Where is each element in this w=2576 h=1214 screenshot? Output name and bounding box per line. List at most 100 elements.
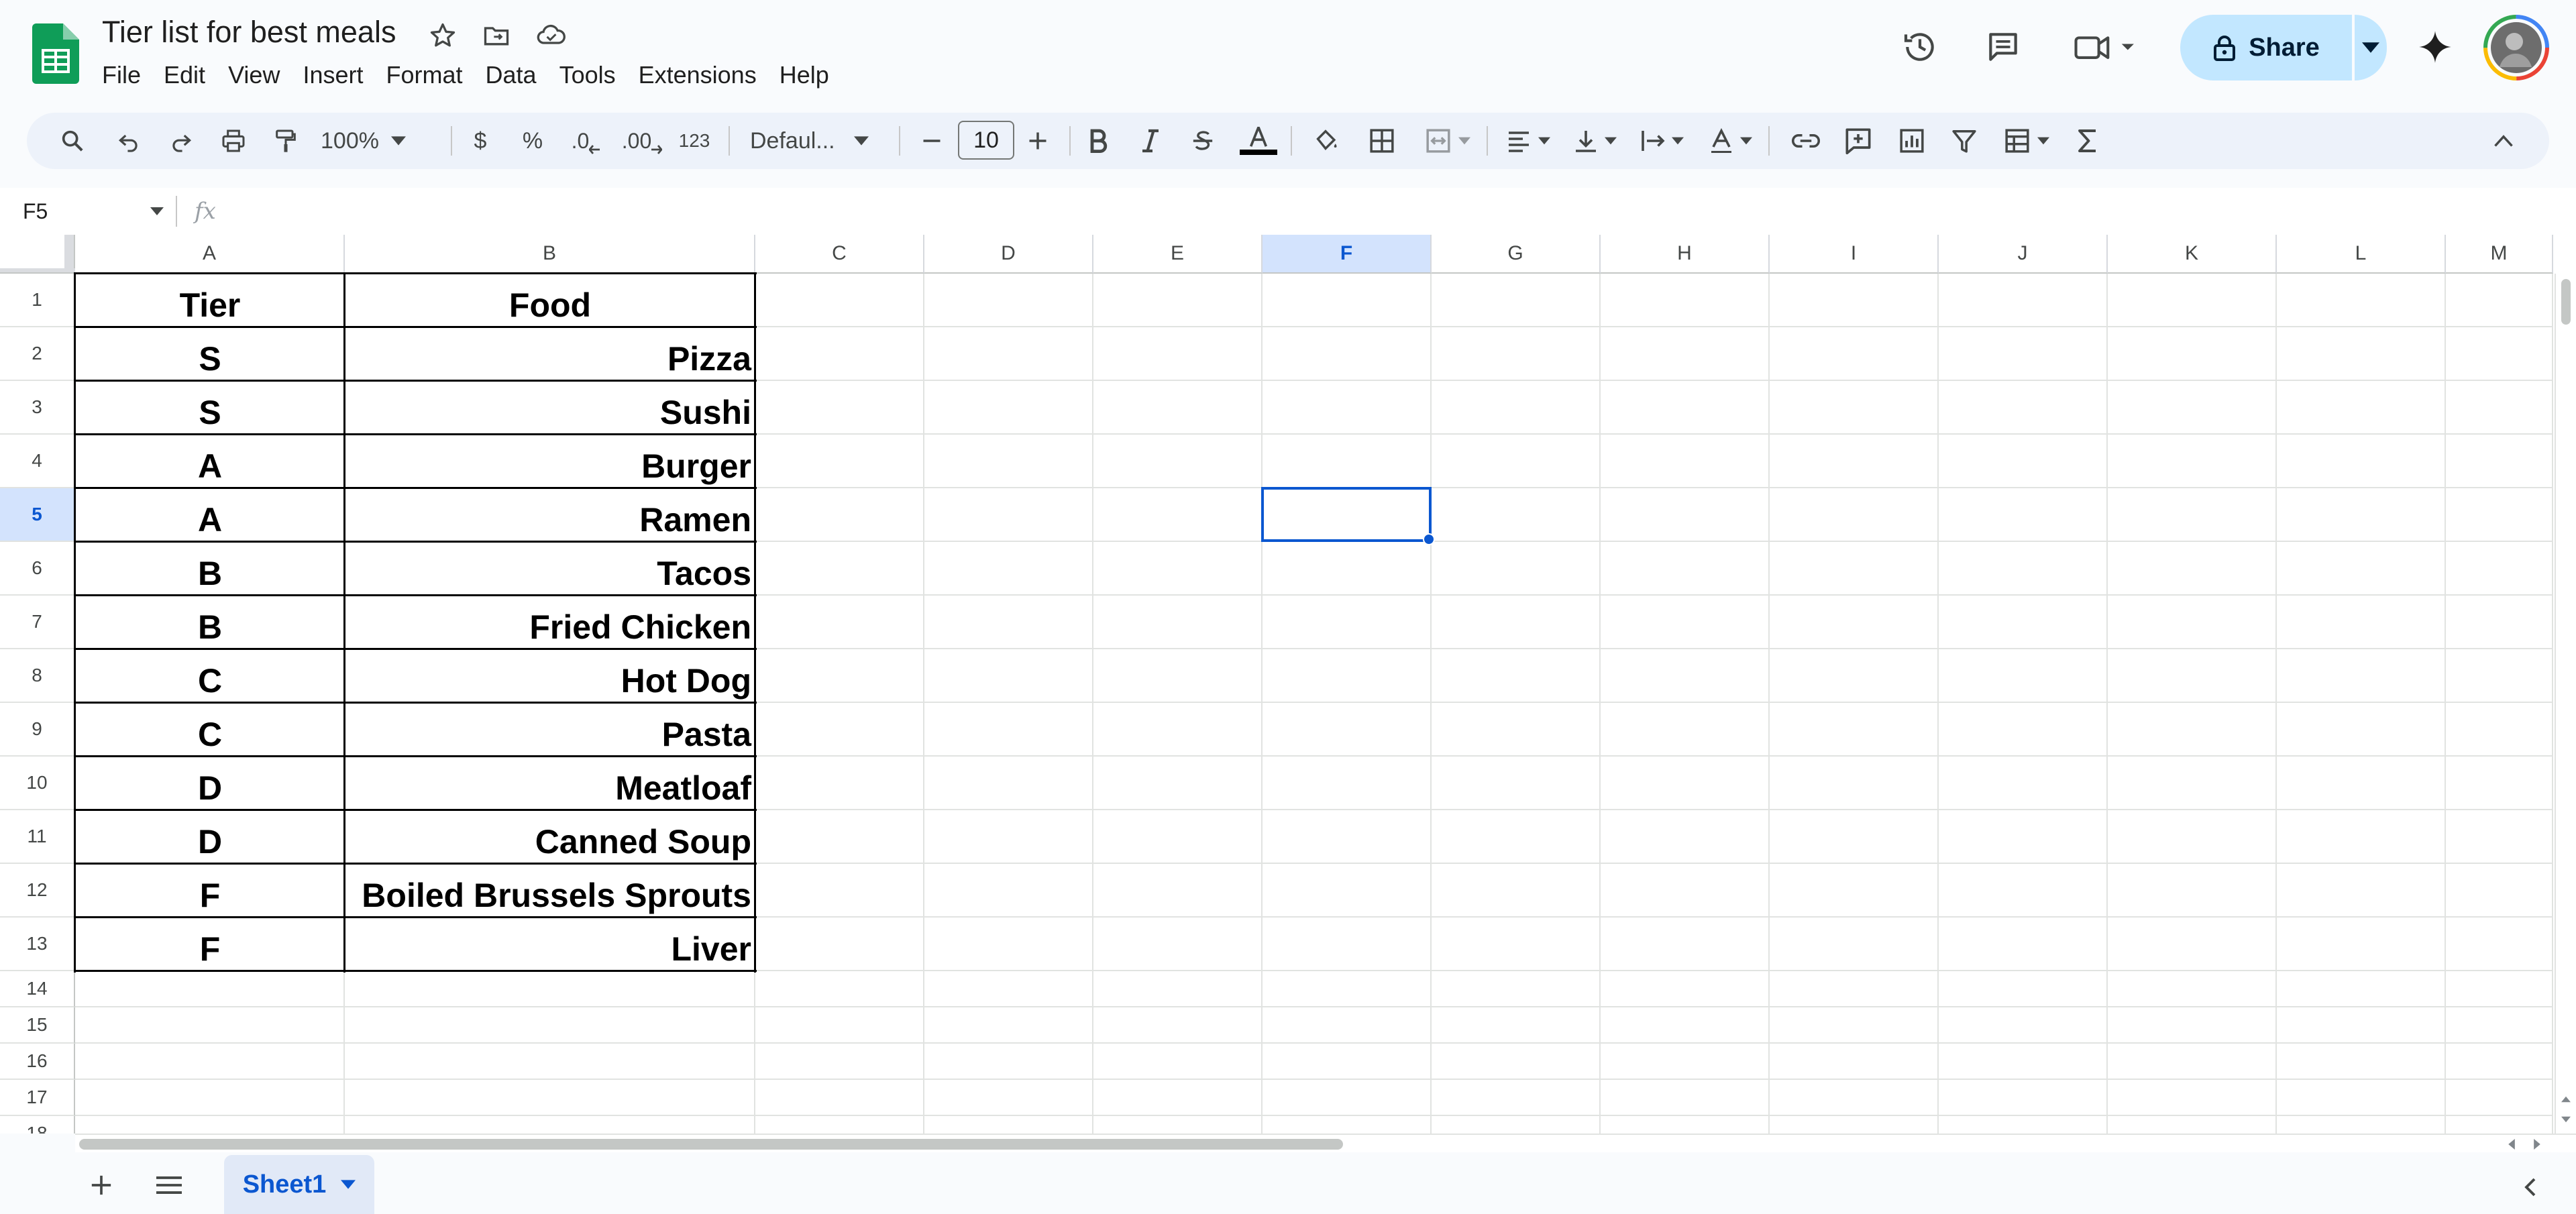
column-header-b[interactable]: B xyxy=(345,235,755,274)
cell-a10[interactable]: D xyxy=(75,757,345,810)
cell-a9[interactable]: C xyxy=(75,703,345,757)
row-header-6[interactable]: 6 xyxy=(0,542,75,596)
strikethrough-button[interactable] xyxy=(1186,113,1220,169)
row-header-2[interactable]: 2 xyxy=(0,327,75,381)
row-header-9[interactable]: 9 xyxy=(0,703,75,757)
cell-b6[interactable]: Tacos xyxy=(345,542,755,596)
row-header-7[interactable]: 7 xyxy=(0,596,75,649)
cell-a3[interactable]: S xyxy=(75,381,345,435)
sheets-logo-icon[interactable] xyxy=(32,23,79,84)
row-header-10[interactable]: 10 xyxy=(0,757,75,810)
text-rotation-button[interactable] xyxy=(1703,113,1759,169)
menu-help[interactable]: Help xyxy=(780,58,840,92)
add-sheet-icon[interactable] xyxy=(85,1168,118,1202)
fill-color-button[interactable] xyxy=(1307,113,1344,169)
row-header-18[interactable]: 18 xyxy=(0,1116,75,1134)
vertical-scrollbar[interactable] xyxy=(2555,274,2576,1134)
comments-icon[interactable] xyxy=(1984,28,2022,66)
column-header-a[interactable]: A xyxy=(75,235,345,274)
insert-chart-icon[interactable] xyxy=(1893,113,1931,169)
cell-b7[interactable]: Fried Chicken xyxy=(345,596,755,649)
text-wrapping-button[interactable] xyxy=(1634,113,1690,169)
column-header-k[interactable]: K xyxy=(2108,235,2277,274)
zoom-select[interactable]: 100% xyxy=(321,113,433,169)
cell-b4[interactable]: Burger xyxy=(345,435,755,488)
bold-button[interactable] xyxy=(1081,113,1115,169)
sheet-tab-sheet1[interactable]: Sheet1 xyxy=(224,1155,374,1214)
column-header-c[interactable]: C xyxy=(755,235,924,274)
horizontal-scrollbar[interactable] xyxy=(75,1134,2576,1154)
scroll-right-arrow-icon[interactable] xyxy=(2533,1139,2541,1150)
borders-button[interactable] xyxy=(1363,113,1401,169)
text-color-button[interactable] xyxy=(1238,113,1279,169)
column-header-l[interactable]: L xyxy=(2277,235,2446,274)
insert-link-icon[interactable] xyxy=(1787,113,1825,169)
column-header-g[interactable]: G xyxy=(1432,235,1601,274)
search-menus-icon[interactable] xyxy=(54,113,91,169)
gemini-sparkle-icon[interactable] xyxy=(2416,28,2454,66)
undo-icon[interactable] xyxy=(110,113,148,169)
freeze-handle-horizontal[interactable] xyxy=(0,268,75,272)
merge-cells-button[interactable] xyxy=(1418,113,1477,169)
collapse-menus-icon[interactable] xyxy=(2485,113,2522,169)
scroll-left-arrow-icon[interactable] xyxy=(2508,1139,2516,1150)
column-header-f[interactable]: F xyxy=(1263,235,1432,274)
format-percent-button[interactable]: % xyxy=(515,113,550,169)
horizontal-scroll-thumb[interactable] xyxy=(79,1139,1343,1150)
column-header-m[interactable]: M xyxy=(2446,235,2553,274)
star-icon[interactable] xyxy=(424,17,462,54)
row-header-4[interactable]: 4 xyxy=(0,435,75,488)
column-header-h[interactable]: H xyxy=(1601,235,1770,274)
paint-format-icon[interactable] xyxy=(267,113,305,169)
fill-handle[interactable] xyxy=(1423,533,1435,545)
font-size-increase-button[interactable] xyxy=(1021,113,1055,169)
menu-file[interactable]: File xyxy=(102,58,152,92)
insert-comment-icon[interactable] xyxy=(1839,113,1877,169)
menu-tools[interactable]: Tools xyxy=(559,58,627,92)
scroll-down-arrow-icon[interactable] xyxy=(2561,1116,2571,1123)
font-size-decrease-button[interactable] xyxy=(915,113,949,169)
column-header-d[interactable]: D xyxy=(924,235,1093,274)
redo-icon[interactable] xyxy=(162,113,200,169)
filter-views-button[interactable] xyxy=(1996,113,2057,169)
all-sheets-menu-icon[interactable] xyxy=(152,1168,186,1202)
row-header-16[interactable]: 16 xyxy=(0,1044,75,1080)
more-formats-button[interactable]: 123 xyxy=(674,113,715,169)
name-box[interactable]: F5 xyxy=(23,195,164,228)
cell-a1[interactable]: Tier xyxy=(75,274,345,327)
row-header-15[interactable]: 15 xyxy=(0,1007,75,1044)
row-header-3[interactable]: 3 xyxy=(0,381,75,435)
cell-a13[interactable]: F xyxy=(75,918,345,971)
menu-insert[interactable]: Insert xyxy=(303,58,374,92)
print-icon[interactable] xyxy=(215,113,252,169)
vertical-scroll-thumb[interactable] xyxy=(2561,279,2571,325)
freeze-handle-vertical[interactable] xyxy=(64,235,74,272)
cell-b5[interactable]: Ramen xyxy=(345,488,755,542)
menu-extensions[interactable]: Extensions xyxy=(639,58,767,92)
column-header-i[interactable]: I xyxy=(1770,235,1939,274)
cell-a5[interactable]: A xyxy=(75,488,345,542)
spreadsheet-grid[interactable]: ABCDEFGHIJKLM 12345678910111213141516171… xyxy=(0,235,2576,1134)
menu-format[interactable]: Format xyxy=(386,58,474,92)
font-family-select[interactable]: Defaul... xyxy=(750,113,884,169)
cell-b10[interactable]: Meatloaf xyxy=(345,757,755,810)
menu-view[interactable]: View xyxy=(228,58,290,92)
cell-a2[interactable]: S xyxy=(75,327,345,381)
row-header-12[interactable]: 12 xyxy=(0,864,75,918)
vertical-align-button[interactable] xyxy=(1567,113,1623,169)
row-header-11[interactable]: 11 xyxy=(0,810,75,864)
horizontal-align-button[interactable] xyxy=(1500,113,1556,169)
cell-b11[interactable]: Canned Soup xyxy=(345,810,755,864)
font-size-input[interactable]: 10 xyxy=(958,121,1014,160)
row-header-5[interactable]: 5 xyxy=(0,488,75,542)
scroll-up-arrow-icon[interactable] xyxy=(2561,1096,2571,1103)
cell-a4[interactable]: A xyxy=(75,435,345,488)
cell-b13[interactable]: Liver xyxy=(345,918,755,971)
row-header-8[interactable]: 8 xyxy=(0,649,75,703)
format-currency-button[interactable]: $ xyxy=(463,113,498,169)
increase-decimal-button[interactable]: .00 xyxy=(619,113,665,169)
row-header-13[interactable]: 13 xyxy=(0,918,75,971)
functions-sigma-icon[interactable] xyxy=(2069,113,2106,169)
version-history-icon[interactable] xyxy=(1901,28,1939,66)
avatar[interactable] xyxy=(2483,15,2549,80)
